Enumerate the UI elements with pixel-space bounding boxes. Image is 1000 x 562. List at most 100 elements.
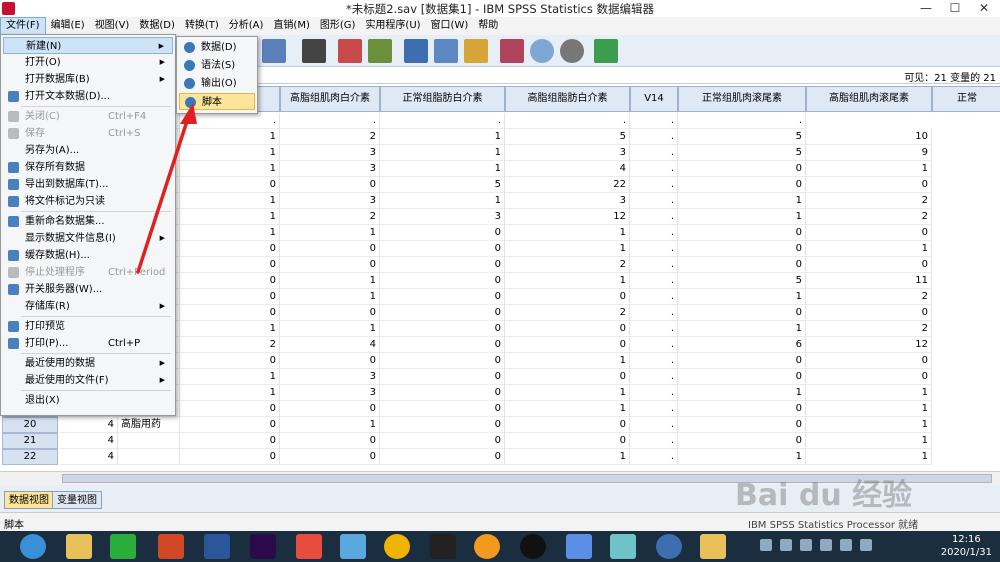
insert-cases-icon[interactable] [338,39,362,63]
data-cell[interactable]: . [630,321,678,337]
data-cell[interactable]: 1 [678,385,806,401]
row-number[interactable]: 20 [2,417,58,433]
tab-data-view[interactable]: 数据视图 [4,491,54,509]
file-menu-item[interactable]: 停止处理程序 Ctrl+Period [3,264,173,281]
menu-item[interactable]: 分析(A) [224,17,269,35]
data-cell[interactable]: 0 [380,353,505,369]
data-cell[interactable]: 0 [678,257,806,273]
menu-item[interactable]: 直销(M) [268,17,314,35]
data-cell[interactable]: 0 [280,433,380,449]
data-cell[interactable]: . [280,113,380,129]
data-cell[interactable]: 1 [806,401,932,417]
data-cell[interactable]: . [630,129,678,145]
data-cell[interactable]: 1 [280,225,380,241]
data-cell[interactable]: 1 [678,193,806,209]
data-cell[interactable]: . [630,433,678,449]
data-cell[interactable]: 高脂用药 [118,417,180,433]
tab-variable-view[interactable]: 变量视图 [52,491,102,509]
data-cell[interactable]: . [630,161,678,177]
data-cell[interactable]: 0 [180,449,280,465]
menu-item[interactable]: 数据(D) [134,17,180,35]
data-cell[interactable]: 5 [678,273,806,289]
data-cell[interactable]: 1 [678,449,806,465]
data-cell[interactable]: 2 [806,289,932,305]
data-cell[interactable]: 1 [806,385,932,401]
data-cell[interactable]: 1 [678,321,806,337]
file-menu-item[interactable]: 最近使用的数据 ▶ [3,355,173,372]
data-cell[interactable]: 1 [180,209,280,225]
data-cell[interactable]: . [630,449,678,465]
menu-item[interactable]: 实用程序(U) [360,17,425,35]
data-cell[interactable]: . [630,209,678,225]
data-cell[interactable]: 0 [806,369,932,385]
data-cell[interactable]: 1 [180,369,280,385]
data-cell[interactable]: 1 [505,225,630,241]
data-cell[interactable]: 5 [678,129,806,145]
data-cell[interactable]: 0 [280,177,380,193]
data-cell[interactable]: 0 [180,241,280,257]
data-cell[interactable]: 12 [806,337,932,353]
data-cell[interactable]: . [380,113,505,129]
tray-icon[interactable] [840,539,852,551]
data-cell[interactable]: 0 [180,417,280,433]
weight-cases-icon[interactable] [434,39,458,63]
data-cell[interactable]: 0 [180,401,280,417]
select-cases-icon[interactable] [464,39,488,63]
data-cell[interactable]: 1 [806,161,932,177]
file-menu-item[interactable]: 保存 Ctrl+S [3,125,173,142]
data-cell[interactable]: 2 [280,209,380,225]
data-cell[interactable]: 1 [180,193,280,209]
file-menu-item[interactable]: 最近使用的文件(F) ▶ [3,372,173,389]
column-header[interactable]: 高脂组肌肉白介素 [280,86,380,112]
data-cell[interactable]: 9 [806,145,932,161]
data-cell[interactable]: 4 [60,417,118,433]
chrome-icon[interactable] [384,534,410,559]
menu-item[interactable]: 编辑(E) [46,17,90,35]
data-cell[interactable]: 1 [180,161,280,177]
data-cell[interactable]: 1 [280,273,380,289]
video-icon[interactable] [430,534,456,559]
data-cell[interactable]: 3 [380,209,505,225]
file-menu-item[interactable]: 关闭(C) Ctrl+F4 [3,108,173,125]
data-cell[interactable]: 2 [180,337,280,353]
insert-variable-icon[interactable] [368,39,392,63]
file-menu-item[interactable]: 存储库(R) ▶ [3,298,173,315]
split-file-icon[interactable] [404,39,428,63]
file-menu-item[interactable]: 另存为(A)... [3,142,173,159]
data-cell[interactable]: 0 [505,417,630,433]
data-cell[interactable]: . [630,257,678,273]
data-cell[interactable]: . [630,193,678,209]
file-menu-item[interactable]: 退出(X) [3,392,173,409]
data-cell[interactable]: 4 [505,161,630,177]
data-cell[interactable]: . [630,417,678,433]
qq-icon[interactable] [520,534,546,559]
data-cell[interactable]: 4 [60,433,118,449]
data-cell[interactable]: 0 [380,289,505,305]
data-cell[interactable]: 2 [280,129,380,145]
data-cell[interactable]: 1 [280,417,380,433]
column-header[interactable]: 高脂组肌肉滚尾素 [806,86,932,112]
app-icon-6[interactable] [700,534,726,559]
data-cell[interactable]: 0 [380,433,505,449]
data-cell[interactable]: 0 [280,449,380,465]
data-cell[interactable]: 0 [505,321,630,337]
column-header[interactable]: 高脂组脂肪白介素 [505,86,630,112]
variables-icon[interactable] [262,39,286,63]
submenu-item[interactable]: 脚本 [179,93,255,110]
data-cell[interactable]: 1 [180,129,280,145]
data-cell[interactable]: 0 [806,257,932,273]
data-cell[interactable]: . [630,273,678,289]
data-cell[interactable]: 0 [678,161,806,177]
show-all-variables-icon[interactable] [560,39,584,63]
app-icon[interactable] [296,534,322,559]
data-cell[interactable]: . [505,113,630,129]
data-cell[interactable]: 1 [678,289,806,305]
row-number[interactable]: 21 [2,433,58,449]
data-cell[interactable]: 0 [505,337,630,353]
minimize-button[interactable]: — [912,0,940,17]
data-cell[interactable]: 0 [280,353,380,369]
data-cell[interactable]: 3 [280,385,380,401]
data-cell[interactable]: 0 [280,257,380,273]
tray-icon[interactable] [800,539,812,551]
data-cell[interactable]: 0 [380,241,505,257]
